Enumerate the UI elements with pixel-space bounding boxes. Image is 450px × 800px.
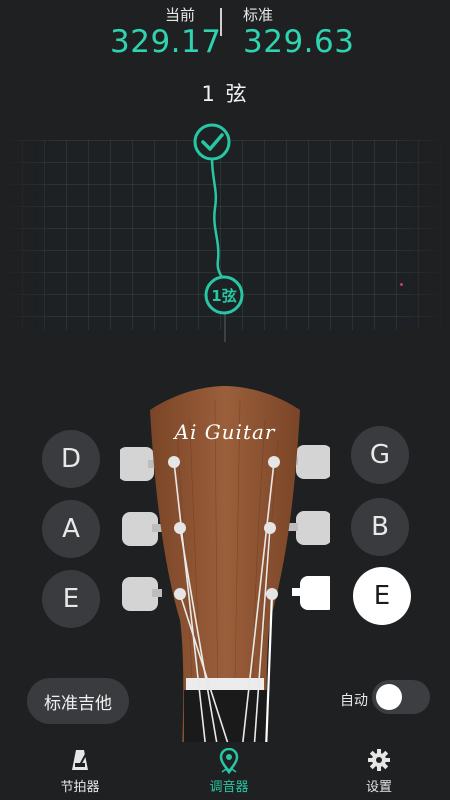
peg-button-d[interactable]: D [42, 430, 100, 488]
auto-mode-toggle[interactable] [372, 680, 430, 714]
string-marker: 1弦 [204, 275, 244, 315]
tab-tuner[interactable]: 调音器 [174, 742, 284, 800]
in-tune-check-icon [193, 123, 231, 161]
bottom-tab-bar: 节拍器 调音器 设置 [0, 742, 450, 800]
peg-button-low-e[interactable]: E [42, 570, 100, 628]
tuning-peg-right-2 [288, 511, 330, 545]
metronome-icon [25, 748, 135, 772]
tab-settings-label: 设置 [365, 780, 392, 795]
tab-settings[interactable]: 设置 [324, 742, 434, 800]
tab-tuner-label: 调音器 [209, 780, 249, 795]
auto-mode-label: 自动 [340, 693, 368, 709]
tuning-peg-left-2 [122, 512, 162, 546]
toggle-knob [376, 684, 402, 710]
pitch-trace-line [210, 157, 226, 280]
tuning-peg-left-1 [120, 447, 158, 481]
tuning-peg-right-3 [292, 576, 330, 610]
standard-label: 标准 [243, 6, 274, 24]
current-frequency: 329.17 [110, 24, 222, 60]
tuner-pin-icon [174, 747, 284, 775]
current-label: 当前 [165, 6, 196, 24]
standard-frequency: 329.63 [243, 24, 355, 60]
tuning-indicator: 1弦 [193, 123, 244, 342]
string-marker-label: 1弦 [211, 287, 236, 305]
peg-button-g[interactable]: G [351, 426, 409, 484]
brand-logo: Ai Guitar [174, 420, 276, 444]
tuning-peg-left-3 [122, 577, 162, 611]
peg-button-b[interactable]: B [351, 498, 409, 556]
tab-metronome[interactable]: 节拍器 [25, 742, 135, 800]
frequency-readout: 当前 329.17 标准 329.63 [0, 0, 450, 70]
readout-divider [220, 8, 222, 36]
tab-metronome-label: 节拍器 [60, 780, 100, 795]
peg-button-a[interactable]: A [42, 500, 100, 558]
gear-icon [324, 748, 434, 772]
tuning-preset-button[interactable]: 标准吉他 [27, 678, 129, 724]
current-string-title: 1 弦 [201, 82, 249, 106]
peg-button-high-e[interactable]: E [353, 567, 411, 625]
